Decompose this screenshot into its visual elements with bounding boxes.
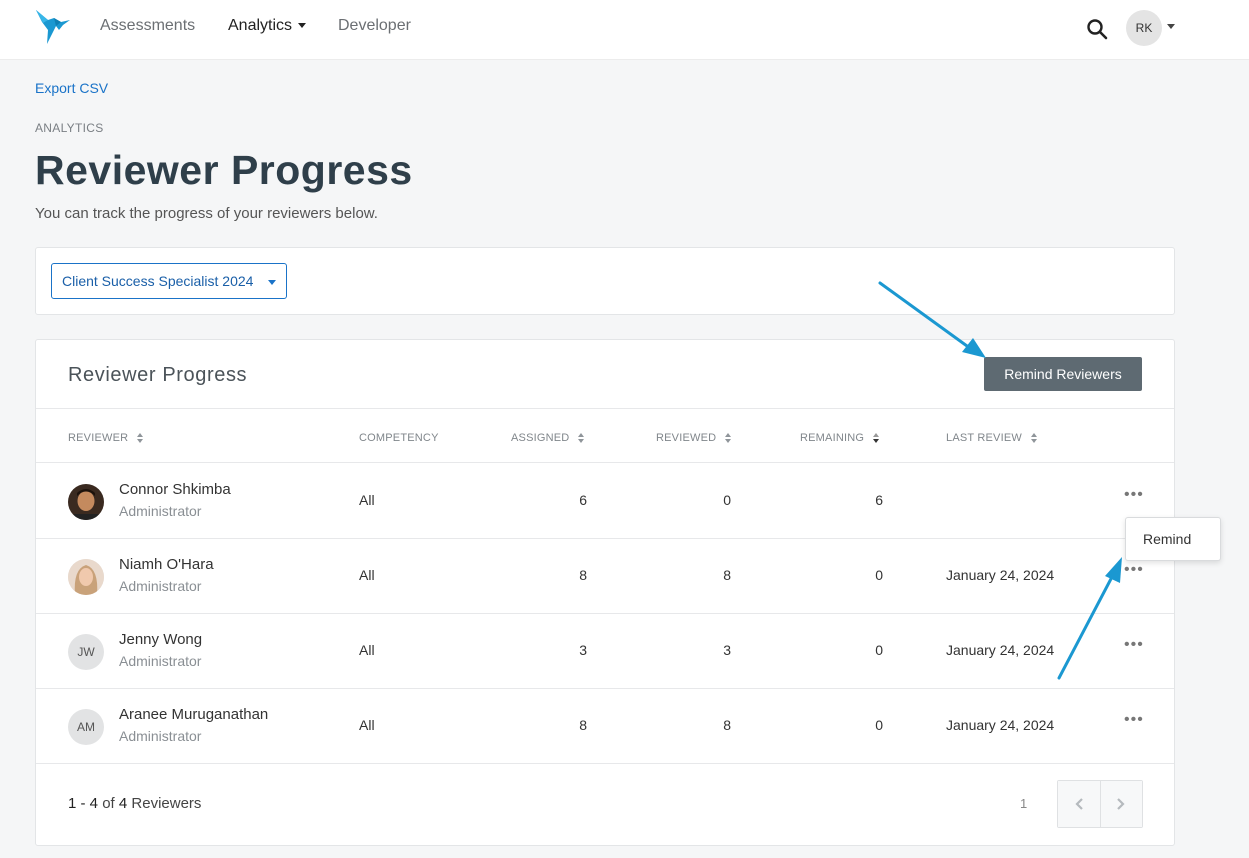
column-header-label: REVIEWED bbox=[656, 432, 717, 444]
avatar bbox=[68, 484, 104, 520]
sort-icon bbox=[578, 433, 585, 443]
last-review-cell: January 24, 2024 bbox=[946, 567, 1055, 583]
top-navbar: Assessments Analytics Developer RK bbox=[0, 0, 1249, 60]
chevron-right-icon bbox=[1117, 798, 1126, 810]
page-title: Reviewer Progress bbox=[35, 147, 413, 193]
chevron-down-icon[interactable] bbox=[1167, 24, 1175, 29]
remind-reviewers-button[interactable]: Remind Reviewers bbox=[984, 357, 1142, 391]
avatar: AM bbox=[68, 709, 104, 745]
reviewer-name: Jenny Wong bbox=[119, 631, 203, 648]
reviewer-role: Administrator bbox=[119, 728, 202, 744]
sort-icon bbox=[1030, 433, 1037, 443]
more-options-icon[interactable]: ••• bbox=[1124, 561, 1144, 579]
chevron-down-icon bbox=[298, 23, 307, 29]
pager bbox=[1057, 780, 1143, 828]
competency-cell: All bbox=[359, 492, 375, 508]
pagination-range: 1 - 4 bbox=[68, 795, 99, 812]
pagination-total: 4 bbox=[118, 795, 128, 812]
column-header-reviewed[interactable]: REVIEWED bbox=[656, 432, 732, 444]
assessment-select-value: Client Success Specialist 2024 bbox=[62, 273, 254, 289]
section-eyebrow: ANALYTICS bbox=[35, 121, 104, 135]
chevron-down-icon bbox=[268, 280, 276, 285]
export-csv-link[interactable]: Export CSV bbox=[35, 80, 108, 96]
column-header-label: REVIEWER bbox=[68, 432, 129, 444]
filter-card: Client Success Specialist 2024 bbox=[35, 247, 1175, 315]
competency-cell: All bbox=[359, 567, 375, 583]
previous-page-button[interactable] bbox=[1058, 781, 1100, 827]
avatar: JW bbox=[68, 634, 104, 670]
hummingbird-logo-icon[interactable] bbox=[34, 6, 72, 46]
nav-analytics[interactable]: Analytics bbox=[228, 17, 307, 35]
pagination-of: of bbox=[102, 795, 115, 812]
sort-icon bbox=[137, 433, 144, 443]
reviewer-role: Administrator bbox=[119, 653, 202, 669]
sort-icon bbox=[725, 433, 732, 443]
nav-assessments[interactable]: Assessments bbox=[100, 17, 195, 35]
reviewer-name: Connor Shkimba bbox=[119, 481, 231, 498]
page-subtitle: You can track the progress of your revie… bbox=[35, 205, 378, 222]
reviewer-role: Administrator bbox=[119, 503, 202, 519]
column-header-label: LAST REVIEW bbox=[946, 432, 1022, 444]
remaining-cell: 0 bbox=[875, 567, 883, 583]
current-page: 1 bbox=[1020, 796, 1028, 811]
column-header-assigned[interactable]: ASSIGNED bbox=[511, 432, 585, 444]
competency-cell: All bbox=[359, 717, 375, 733]
assigned-cell: 3 bbox=[579, 642, 587, 658]
assessment-select[interactable]: Client Success Specialist 2024 bbox=[51, 263, 287, 299]
reviewer-progress-card: Reviewer Progress Remind Reviewers REVIE… bbox=[35, 339, 1175, 846]
remaining-cell: 6 bbox=[875, 492, 883, 508]
pagination-noun: Reviewers bbox=[131, 795, 202, 812]
assigned-cell: 8 bbox=[579, 717, 587, 733]
column-header-reviewer[interactable]: REVIEWER bbox=[68, 432, 144, 444]
remind-menu-item[interactable]: Remind bbox=[1125, 517, 1221, 561]
reviewed-cell: 0 bbox=[723, 492, 731, 508]
table-row: AM Aranee Muruganathan Administrator All… bbox=[36, 689, 1174, 764]
column-header-label: REMAINING bbox=[800, 432, 865, 444]
column-header-competency: COMPETENCY bbox=[359, 432, 439, 444]
sort-active-icon bbox=[873, 433, 880, 443]
reviewed-cell: 3 bbox=[723, 642, 731, 658]
avatar bbox=[68, 559, 104, 595]
table-row: Niamh O'Hara Administrator All 8 8 0 Jan… bbox=[36, 539, 1174, 614]
user-photo-icon bbox=[68, 559, 104, 595]
column-header-label: ASSIGNED bbox=[511, 432, 570, 444]
nav-analytics-label: Analytics bbox=[228, 17, 293, 34]
card-title: Reviewer Progress bbox=[68, 364, 248, 386]
reviewer-name: Aranee Muruganathan bbox=[119, 706, 269, 723]
table-row: JW Jenny Wong Administrator All 3 3 0 Ja… bbox=[36, 614, 1174, 689]
chevron-left-icon bbox=[1075, 798, 1083, 810]
remaining-cell: 0 bbox=[875, 642, 883, 658]
pagination-summary: 1 - 4 of 4 Reviewers bbox=[68, 795, 201, 812]
user-photo-icon bbox=[68, 484, 104, 520]
reviewer-role: Administrator bbox=[119, 578, 202, 594]
last-review-cell: January 24, 2024 bbox=[946, 717, 1055, 733]
reviewed-cell: 8 bbox=[723, 717, 731, 733]
nav-developer[interactable]: Developer bbox=[338, 17, 411, 35]
competency-cell: All bbox=[359, 642, 375, 658]
last-review-cell: January 24, 2024 bbox=[946, 642, 1055, 658]
more-options-icon[interactable]: ••• bbox=[1124, 711, 1144, 729]
table-row: Connor Shkimba Administrator All 6 0 6 •… bbox=[36, 464, 1174, 539]
next-page-button[interactable] bbox=[1099, 781, 1142, 827]
more-options-icon[interactable]: ••• bbox=[1124, 486, 1144, 504]
user-avatar[interactable]: RK bbox=[1126, 10, 1162, 46]
more-options-icon[interactable]: ••• bbox=[1124, 636, 1144, 654]
column-header-label: COMPETENCY bbox=[359, 432, 439, 444]
column-header-last-review[interactable]: LAST REVIEW bbox=[946, 432, 1037, 444]
remaining-cell: 0 bbox=[875, 717, 883, 733]
assigned-cell: 6 bbox=[579, 492, 587, 508]
reviewed-cell: 8 bbox=[723, 567, 731, 583]
table-header: REVIEWER COMPETENCY ASSIGNED REVIEWED RE… bbox=[36, 408, 1174, 463]
reviewer-name: Niamh O'Hara bbox=[119, 556, 214, 573]
column-header-remaining[interactable]: REMAINING bbox=[800, 432, 880, 444]
search-icon[interactable] bbox=[1086, 18, 1108, 40]
assigned-cell: 8 bbox=[579, 567, 587, 583]
